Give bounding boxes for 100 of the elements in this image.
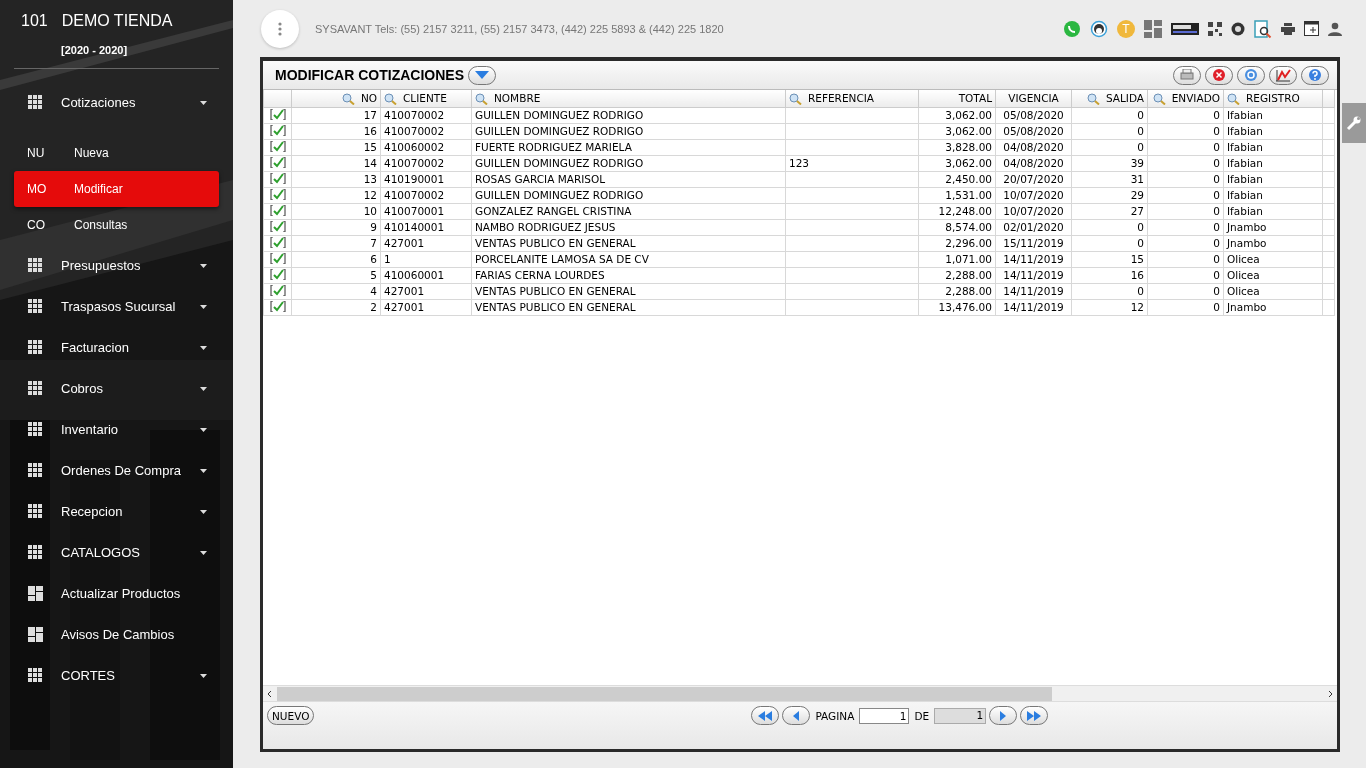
grid-icon <box>28 668 43 683</box>
help-button[interactable] <box>1301 65 1329 85</box>
add-panel-icon[interactable] <box>1304 21 1319 36</box>
checkbox[interactable] <box>269 252 286 264</box>
tire-icon[interactable] <box>1231 21 1245 36</box>
submenu-item[interactable]: MO Modificar <box>14 171 219 207</box>
settings-button[interactable] <box>1342 103 1366 143</box>
table-cell: 0 <box>1147 171 1224 187</box>
table-cell: 123 <box>785 155 919 171</box>
grid-icon <box>28 95 43 110</box>
refresh-icon <box>1244 68 1258 82</box>
table-cell: 0 <box>1071 235 1148 251</box>
report-search-icon[interactable] <box>1254 18 1272 39</box>
menu-item[interactable]: Traspasos Sucursal <box>14 286 219 327</box>
menu-item[interactable]: Facturacion <box>14 327 219 368</box>
qr-code-icon[interactable] <box>1208 21 1222 36</box>
window-title: MODIFICAR COTIZACIONES <box>275 67 464 83</box>
page-field[interactable]: 1 <box>859 707 910 724</box>
table-cell: 10/07/2020 <box>995 203 1072 219</box>
table-cell: 15 <box>1071 251 1148 267</box>
horizontal-scrollbar[interactable] <box>263 685 1337 701</box>
caret-icon <box>200 509 207 514</box>
item-label: Modificar <box>74 182 123 196</box>
checkbox[interactable] <box>269 124 286 136</box>
table-cell: GUILLEN DOMINGUEZ RODRIGO <box>471 187 786 203</box>
column-header[interactable]: VIGENCIA <box>995 90 1072 107</box>
column-header[interactable]: NO <box>291 90 381 107</box>
grid-icon <box>28 340 43 355</box>
table-cell: ROSAS GARCIA MARISOL <box>471 171 786 187</box>
next-page-button[interactable] <box>989 706 1018 725</box>
dropdown-button[interactable] <box>468 65 496 85</box>
search-icon[interactable] <box>1227 92 1240 105</box>
table-cell: 2,288.00 <box>918 283 996 299</box>
table-cell: 13 <box>291 171 381 187</box>
submenu-item[interactable]: NU Nueva <box>14 135 219 171</box>
first-page-button[interactable] <box>751 706 780 725</box>
menu-item[interactable]: CATALOGOS <box>14 532 219 573</box>
search-icon[interactable] <box>789 92 802 105</box>
caret-icon <box>200 468 207 473</box>
chat-icon[interactable] <box>1063 19 1081 38</box>
menu-item[interactable]: Recepcion <box>14 491 219 532</box>
search-icon[interactable] <box>384 92 397 105</box>
column-header[interactable]: ENVIADO <box>1147 90 1224 107</box>
menu-item[interactable]: Avisos De Cambios <box>14 614 219 655</box>
checkbox[interactable] <box>269 220 286 232</box>
table-cell: 0 <box>1147 267 1224 283</box>
column-header[interactable]: TOTAL <box>918 90 996 107</box>
checkbox[interactable] <box>269 108 286 120</box>
column-header[interactable]: REGISTRO <box>1223 90 1323 107</box>
menu-item[interactable]: Presupuestos <box>14 245 219 286</box>
checkbox[interactable] <box>269 268 286 280</box>
search-icon[interactable] <box>475 92 488 105</box>
table-cell: 05/08/2020 <box>995 107 1072 123</box>
search-icon[interactable] <box>341 92 355 105</box>
column-header[interactable]: NOMBRE <box>471 90 786 107</box>
previous-page-button[interactable] <box>782 706 811 725</box>
menu-item[interactable]: Actualizar Productos <box>14 573 219 614</box>
menu-item[interactable]: Ordenes De Compra <box>14 450 219 491</box>
checkbox[interactable] <box>269 236 286 248</box>
new-button[interactable]: NUEVO <box>267 706 315 725</box>
last-page-button[interactable] <box>1020 706 1049 725</box>
checkbox[interactable] <box>269 156 286 168</box>
table-cell: 0 <box>1147 299 1224 315</box>
menu-item[interactable]: Cotizaciones <box>14 82 219 123</box>
refresh-button[interactable] <box>1237 65 1265 85</box>
close-button[interactable] <box>1205 65 1233 85</box>
dashboard-icon[interactable] <box>1144 19 1162 38</box>
item-abbreviation: MO <box>27 182 48 196</box>
checkbox[interactable] <box>269 140 286 152</box>
checkbox[interactable] <box>269 300 286 312</box>
checkbox[interactable] <box>269 172 286 184</box>
menu-item[interactable]: Inventario <box>14 409 219 450</box>
logo-icon[interactable] <box>1171 22 1199 35</box>
support-icon[interactable] <box>1090 19 1108 38</box>
table-cell: 9 <box>291 219 381 235</box>
submenu-item[interactable]: CO Consultas <box>14 207 219 243</box>
checkbox[interactable] <box>269 188 286 200</box>
column-header[interactable]: CLIENTE <box>380 90 472 107</box>
chart-button[interactable] <box>1269 65 1297 85</box>
print-icon[interactable] <box>1281 22 1295 35</box>
menu-item[interactable]: CORTES <box>14 655 219 696</box>
caret-icon <box>200 386 207 391</box>
table-cell: 31 <box>1071 171 1148 187</box>
column-header[interactable]: REFERENCIA <box>785 90 919 107</box>
search-icon[interactable] <box>1152 92 1166 105</box>
print-button[interactable] <box>1173 65 1201 85</box>
table-cell: 17 <box>291 107 381 123</box>
table-cell: 20/07/2020 <box>995 171 1072 187</box>
table-cell: FARIAS CERNA LOURDES <box>471 267 786 283</box>
checkbox[interactable] <box>269 204 286 216</box>
table-cell: 0 <box>1071 219 1148 235</box>
column-header[interactable]: SALIDA <box>1071 90 1148 107</box>
search-icon[interactable] <box>1086 92 1100 105</box>
table-cell: 3,062.00 <box>918 123 996 139</box>
table-cell: 04/08/2020 <box>995 155 1072 171</box>
checkbox[interactable] <box>269 284 286 296</box>
user-icon[interactable] <box>1328 21 1342 36</box>
wrench-icon <box>1346 115 1362 131</box>
help-icon <box>1308 68 1322 82</box>
table-cell: 15 <box>291 139 381 155</box>
